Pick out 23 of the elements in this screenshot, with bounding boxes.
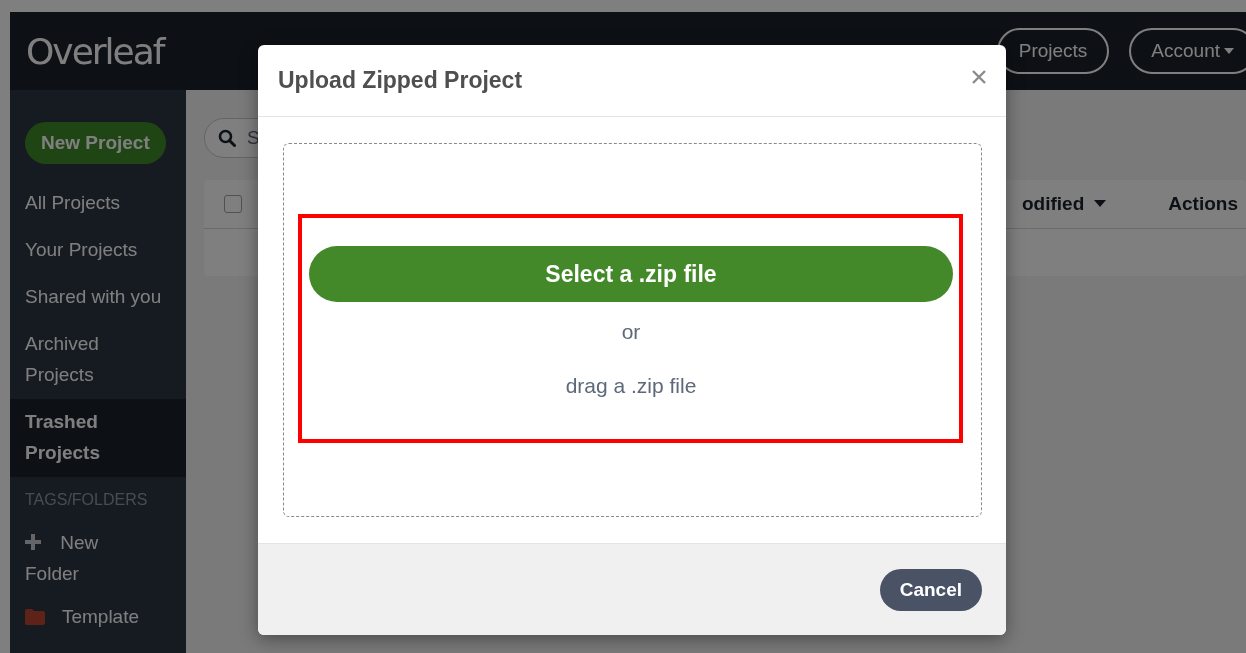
- drop-zone[interactable]: Select a .zip file or drag a .zip file: [283, 143, 982, 517]
- logo[interactable]: Overleaf: [26, 30, 164, 72]
- separator-text: or: [621, 320, 641, 344]
- nav-button[interactable]: Account: [1129, 28, 1246, 74]
- drop-hint: drag a .zip file: [565, 374, 697, 398]
- sidebar-item[interactable]: Shared with you: [10, 274, 186, 321]
- plus-icon: [25, 534, 41, 550]
- cancel-button[interactable]: Cancel: [879, 568, 982, 611]
- folder-item[interactable]: Template: [10, 599, 186, 642]
- column-header[interactable]: odified: [1022, 193, 1085, 215]
- column-header: Actions: [1168, 193, 1238, 215]
- sidebar-item[interactable]: All Projects: [10, 180, 186, 227]
- new-project-button[interactable]: New Project: [25, 122, 166, 164]
- folder-item[interactable]: New Folder: [10, 525, 150, 599]
- caret-icon: [1224, 48, 1234, 54]
- sidebar-item[interactable]: Trashed Projects: [10, 399, 186, 477]
- close-icon[interactable]: [972, 69, 986, 84]
- select-all-checkbox[interactable]: [224, 195, 242, 213]
- sidebar-item[interactable]: Your Projects: [10, 227, 186, 274]
- select-file-button[interactable]: Select a .zip file: [309, 246, 953, 302]
- sidebar-item[interactable]: Archived Projects: [10, 321, 186, 399]
- sort-caret-icon: [1094, 200, 1107, 208]
- dialog-title: Upload Zipped Project: [278, 67, 523, 94]
